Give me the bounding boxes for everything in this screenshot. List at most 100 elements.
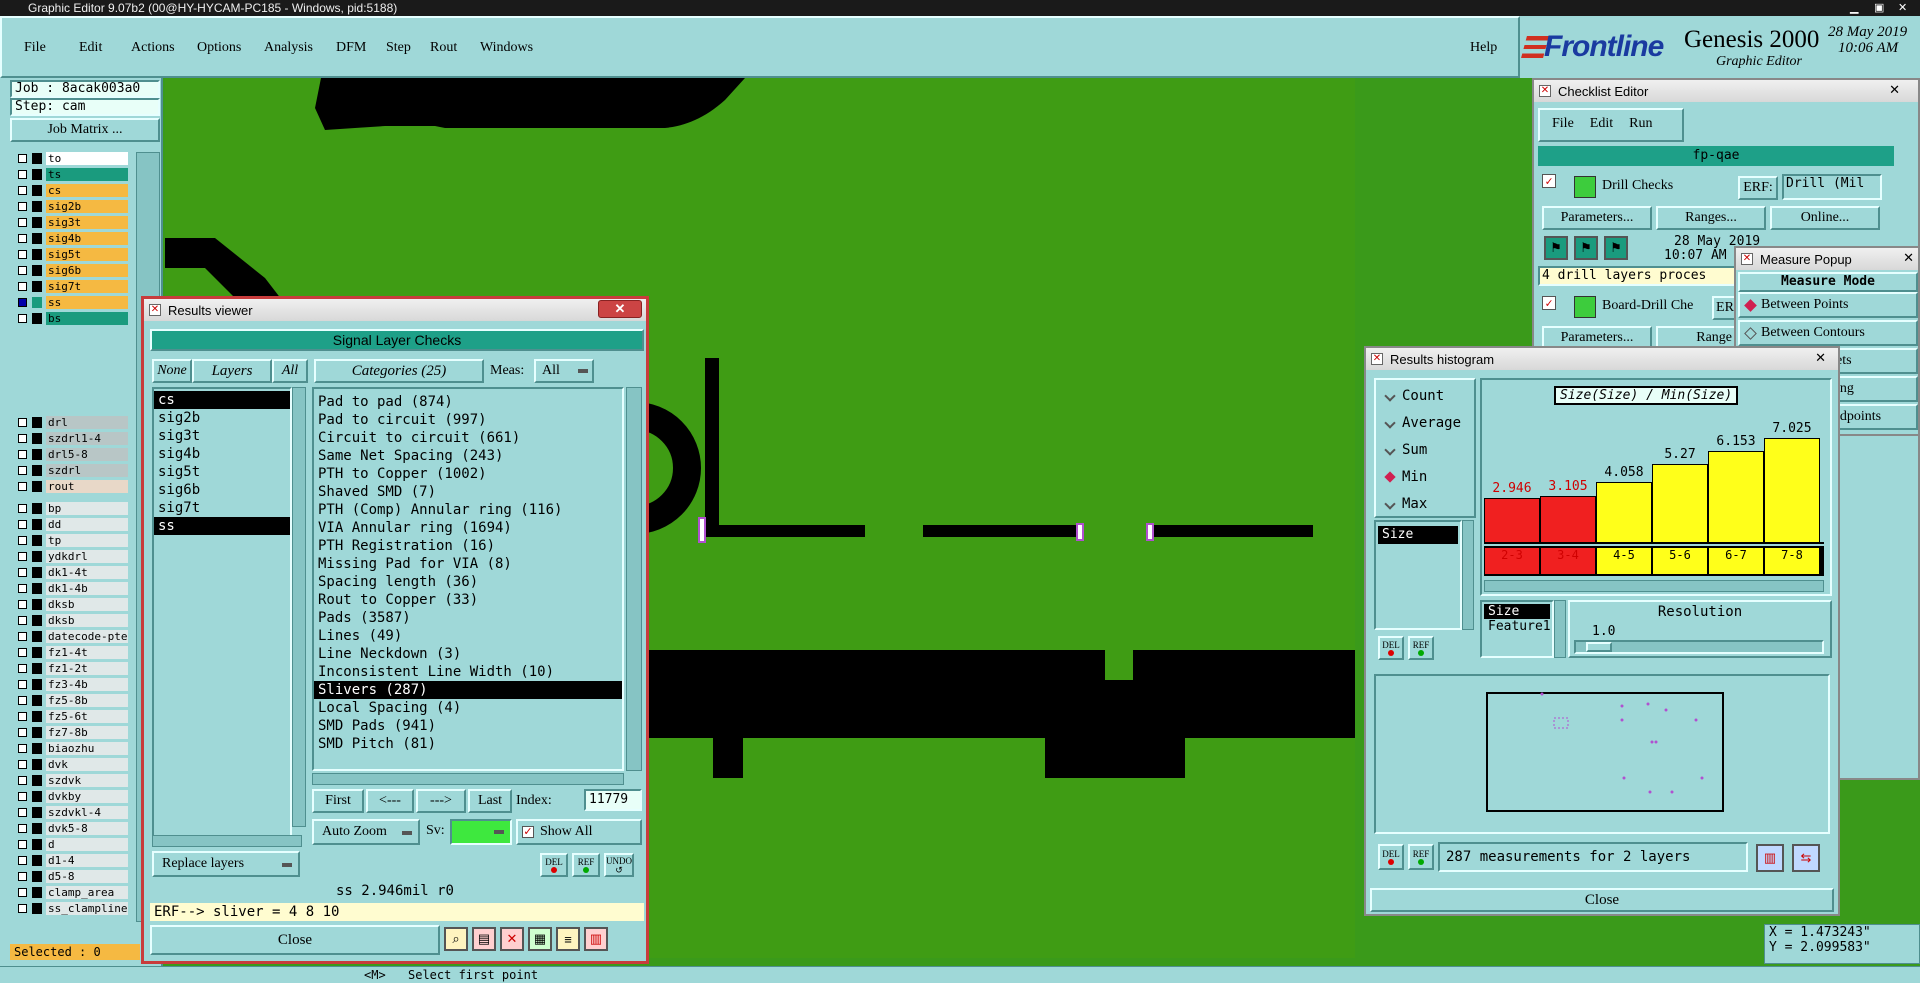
measure-popup-titlebar[interactable]: ✕ Measure Popup ✕ <box>1736 248 1918 270</box>
close-icon[interactable]: ✕ <box>1898 0 1914 14</box>
menu-analysis[interactable]: Analysis <box>264 40 336 56</box>
layer-row[interactable]: sig2b <box>10 200 130 213</box>
layer-row[interactable]: d1-4 <box>10 854 130 867</box>
undo-button[interactable]: UNDO ↺ <box>604 853 634 877</box>
category-item[interactable]: PTH Registration (16) <box>314 537 622 555</box>
layer-checkbox[interactable] <box>18 520 27 529</box>
layer-row[interactable]: ss_clampline <box>10 902 130 915</box>
prev-button[interactable]: <--- <box>366 789 414 813</box>
menu-rout[interactable]: Rout <box>430 40 480 56</box>
close-icon[interactable]: ✕ <box>1815 350 1826 366</box>
menu-windows[interactable]: Windows <box>480 40 550 56</box>
layer-checkbox[interactable] <box>18 760 27 769</box>
category-item[interactable]: Local Spacing (4) <box>314 699 622 717</box>
erf-field[interactable]: Drill (Mil <box>1782 174 1882 200</box>
category-item[interactable]: Same Net Spacing (243) <box>314 447 622 465</box>
histogram-titlebar[interactable]: ✕ Results histogram ✕ <box>1366 348 1838 370</box>
last-button[interactable]: Last <box>468 789 512 813</box>
layer-row[interactable]: dksb <box>10 598 130 611</box>
layer-checkbox[interactable] <box>18 234 27 243</box>
layer-checkbox[interactable] <box>18 696 27 705</box>
category-list-vscroll[interactable] <box>626 387 642 771</box>
category-item[interactable]: SMD Pads (941) <box>314 717 622 735</box>
layer-checkbox[interactable] <box>18 616 27 625</box>
category-item[interactable]: VIA Annular ring (1694) <box>314 519 622 537</box>
layer-row[interactable]: d5-8 <box>10 870 130 883</box>
histogram-bar[interactable] <box>1764 438 1820 542</box>
category-item[interactable]: SMD Pitch (81) <box>314 735 622 753</box>
category-item[interactable]: Shaved SMD (7) <box>314 483 622 501</box>
category-item[interactable]: Pad to circuit (997) <box>314 411 622 429</box>
categories-button[interactable]: Categories (25) <box>314 359 484 383</box>
layer-row[interactable]: sig3t <box>10 216 130 229</box>
replace-layers-dropdown[interactable]: Replace layers <box>152 851 300 877</box>
preview-ref-button[interactable]: REF <box>1408 844 1434 870</box>
layer-row[interactable]: sig7t <box>10 280 130 293</box>
histogram-bar[interactable] <box>1484 498 1540 542</box>
chart-hscroll[interactable] <box>1484 580 1824 592</box>
bar-chart-icon[interactable]: ▥ <box>1756 844 1784 872</box>
layer-checkbox[interactable] <box>18 314 27 323</box>
layer-checkbox[interactable] <box>18 250 27 259</box>
field-list-scrollbar[interactable] <box>1462 520 1474 630</box>
layer-row[interactable]: fz3-4b <box>10 678 130 691</box>
layer-list-hscroll[interactable] <box>152 835 302 847</box>
layer-row[interactable]: dd <box>10 518 130 531</box>
layer-row[interactable]: drl5-8 <box>10 448 130 461</box>
layer-row[interactable]: fz5-6t <box>10 710 130 723</box>
hist-ref-button[interactable]: REF <box>1408 636 1434 660</box>
result-layer-item[interactable]: sig4b <box>154 445 290 463</box>
histogram-bar[interactable] <box>1596 482 1652 542</box>
layer-checkbox[interactable] <box>18 186 27 195</box>
layer-row[interactable]: fz1-4t <box>10 646 130 659</box>
layer-row[interactable]: clamp_area <box>10 886 130 899</box>
feature-list-item[interactable]: Feature1 <box>1484 619 1551 634</box>
checkbox-checked-icon[interactable]: ✓ <box>1542 174 1556 188</box>
swap-chart-icon[interactable]: ⇆ <box>1792 844 1820 872</box>
histogram-bar[interactable] <box>1708 451 1764 542</box>
category-item[interactable]: Pad to pad (874) <box>314 393 622 411</box>
layer-row[interactable]: dvk5-8 <box>10 822 130 835</box>
layer-row[interactable]: ts <box>10 168 130 181</box>
checklist-editor-titlebar[interactable]: ✕ Checklist Editor ✕ <box>1534 80 1918 102</box>
between-points-option[interactable]: Between Points <box>1738 292 1918 318</box>
mode-option-average[interactable]: Average <box>1384 415 1461 431</box>
layer-checkbox[interactable] <box>18 664 27 673</box>
layer-checkbox[interactable] <box>18 536 27 545</box>
feature-list-item[interactable]: Size <box>1484 604 1550 619</box>
stop-icon[interactable]: ⚑ <box>1604 236 1628 260</box>
maximize-icon[interactable]: ▣ <box>1874 0 1890 14</box>
layer-checkbox[interactable] <box>18 434 27 443</box>
category-item[interactable]: Lines (49) <box>314 627 622 645</box>
category-item[interactable]: Circuit to circuit (661) <box>314 429 622 447</box>
mode-option-count[interactable]: Count <box>1384 388 1444 404</box>
category-item[interactable]: Spacing length (36) <box>314 573 622 591</box>
results-viewer-close-icon[interactable]: ✕ <box>598 300 642 318</box>
layer-row[interactable]: rout <box>10 480 130 493</box>
report-icon[interactable]: ▤ <box>472 927 496 951</box>
slider-thumb[interactable] <box>1586 642 1612 652</box>
layer-checkbox[interactable] <box>18 872 27 881</box>
layer-checkbox[interactable] <box>18 776 27 785</box>
zoom-icon[interactable]: ⌕ <box>444 927 468 951</box>
menu-dfm[interactable]: DFM <box>336 40 386 56</box>
layer-checkbox[interactable] <box>18 154 27 163</box>
field-list-item[interactable]: Size <box>1378 526 1458 544</box>
layer-row[interactable]: szdrl <box>10 464 130 477</box>
layer-checkbox[interactable] <box>18 418 27 427</box>
layers-button[interactable]: Layers <box>192 359 272 383</box>
layer-row[interactable]: fz1-2t <box>10 662 130 675</box>
del-button[interactable]: DEL <box>540 853 568 877</box>
menu-file[interactable]: File <box>24 40 79 56</box>
layer-row[interactable]: dvk <box>10 758 130 771</box>
ranges-button[interactable]: Ranges... <box>1656 206 1766 230</box>
layer-checkbox[interactable] <box>18 266 27 275</box>
layer-checkbox[interactable] <box>18 824 27 833</box>
category-item[interactable]: Rout to Copper (33) <box>314 591 622 609</box>
result-layer-item[interactable]: sig5t <box>154 463 290 481</box>
layer-checkbox[interactable] <box>18 840 27 849</box>
layer-row[interactable]: dk1-4b <box>10 582 130 595</box>
checklist-menu-file[interactable]: File <box>1552 116 1574 132</box>
layer-row[interactable]: dvkby <box>10 790 130 803</box>
parameters-button[interactable]: Parameters... <box>1542 206 1652 230</box>
